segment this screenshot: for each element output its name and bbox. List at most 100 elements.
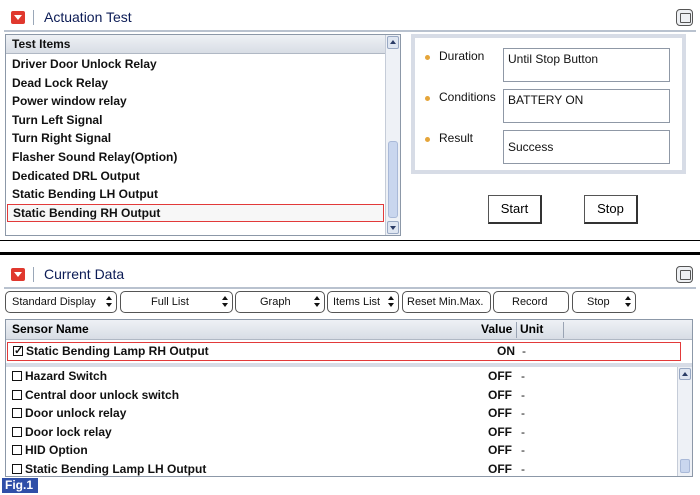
- conditions-field: BATTERY ON: [503, 89, 670, 123]
- test-items-scrollbar[interactable]: [385, 35, 400, 235]
- spinner-icon: [625, 296, 631, 308]
- sensor-row[interactable]: Static Bending Lamp LH Output OFF -: [6, 460, 678, 476]
- checkbox[interactable]: [12, 464, 22, 474]
- grid-header: Sensor Name Value Unit: [6, 320, 692, 340]
- column-header-test-items[interactable]: Test Items: [6, 35, 386, 54]
- result-field: Success: [503, 130, 670, 164]
- sensor-name: Hazard Switch: [25, 369, 108, 383]
- section-divider: [0, 240, 700, 241]
- sensor-row[interactable]: Hazard Switch OFF -: [6, 367, 678, 386]
- record-button[interactable]: Record: [493, 291, 569, 313]
- test-item[interactable]: Power window relay: [6, 92, 386, 111]
- scroll-up-icon[interactable]: [679, 368, 691, 380]
- sensor-value: OFF: [488, 443, 512, 458]
- collapse-toggle-icon[interactable]: [11, 11, 25, 24]
- items-list-label: Items List: [333, 296, 381, 308]
- grid-scrollbar[interactable]: [677, 367, 692, 476]
- standard-display-select[interactable]: Standard Display: [5, 291, 117, 313]
- start-button[interactable]: Start: [488, 195, 542, 224]
- test-item[interactable]: Turn Right Signal: [6, 129, 386, 148]
- column-header-sensor-name[interactable]: Sensor Name: [12, 320, 89, 339]
- test-item[interactable]: Turn Left Signal: [6, 111, 386, 130]
- spinner-icon: [222, 296, 228, 308]
- panel-title: Actuation Test: [44, 9, 132, 25]
- sensor-name: Static Bending Lamp RH Output: [26, 344, 209, 358]
- test-item[interactable]: Static Bending RH Output: [7, 203, 384, 223]
- full-list-select[interactable]: Full List: [120, 291, 233, 313]
- test-items-list: Test Items Driver Door Unlock Relay Dead …: [5, 34, 401, 236]
- sensor-value: OFF: [488, 406, 512, 421]
- checkbox[interactable]: [12, 389, 22, 400]
- section-divider: [0, 252, 700, 255]
- test-item[interactable]: Flasher Sound Relay(Option): [6, 148, 386, 167]
- sensor-value: OFF: [488, 369, 512, 383]
- spinner-icon: [106, 296, 112, 308]
- column-header-value[interactable]: Value: [481, 320, 512, 339]
- maximize-icon[interactable]: [676, 266, 693, 283]
- sensor-row[interactable]: HID Option OFF -: [6, 441, 678, 460]
- spinner-icon: [314, 296, 320, 308]
- column-header-unit[interactable]: Unit: [520, 320, 543, 339]
- reset-min-max-button[interactable]: Reset Min.Max.: [402, 291, 491, 313]
- checkbox[interactable]: [12, 426, 22, 437]
- sensor-value: OFF: [488, 462, 512, 476]
- sensor-unit: -: [521, 387, 525, 402]
- figure-label: Fig.1: [2, 478, 38, 493]
- sensor-unit: -: [521, 462, 525, 476]
- sensor-row[interactable]: Door unlock relay OFF -: [6, 404, 678, 423]
- full-list-label: Full List: [151, 296, 189, 308]
- duration-field: Until Stop Button: [503, 48, 670, 82]
- graph-label: Graph: [260, 296, 291, 308]
- test-info-panel: Duration Until Stop Button Conditions BA…: [411, 34, 686, 174]
- sensor-unit: -: [521, 369, 525, 383]
- graph-select[interactable]: Graph: [235, 291, 325, 313]
- test-item[interactable]: Driver Door Unlock Relay: [6, 55, 386, 74]
- sensor-unit: -: [521, 406, 525, 421]
- sensor-name: Static Bending Lamp LH Output: [25, 462, 207, 476]
- conditions-label: Conditions: [439, 90, 496, 104]
- sensor-unit: -: [521, 443, 525, 458]
- bullet-icon: [425, 137, 430, 142]
- checkbox[interactable]: [12, 408, 22, 419]
- stop-select[interactable]: Stop: [572, 291, 636, 313]
- test-item[interactable]: Static Bending LH Output: [6, 185, 386, 204]
- sensor-row[interactable]: Central door unlock switch OFF -: [6, 386, 678, 405]
- sensor-name: HID Option: [25, 443, 88, 458]
- header-separator: [33, 267, 34, 282]
- header-underline: [4, 30, 696, 32]
- result-label: Result: [439, 131, 474, 145]
- column-separator: [516, 322, 517, 338]
- scroll-thumb[interactable]: [680, 459, 690, 473]
- bullet-icon: [425, 55, 430, 60]
- checkbox[interactable]: [12, 371, 22, 381]
- collapse-toggle-icon[interactable]: [11, 268, 25, 281]
- checkbox[interactable]: [12, 445, 22, 456]
- panel-title: Current Data: [44, 266, 125, 282]
- duration-label: Duration: [439, 49, 485, 63]
- test-item[interactable]: Dedicated DRL Output: [6, 167, 386, 186]
- sensor-name: Door unlock relay: [25, 406, 127, 421]
- column-separator: [563, 322, 564, 338]
- maximize-icon[interactable]: [676, 9, 693, 26]
- sensor-value: OFF: [488, 387, 512, 402]
- pinned-sensor-row[interactable]: Static Bending Lamp RH Output ON -: [7, 342, 681, 361]
- checkbox-checked[interactable]: [13, 342, 23, 361]
- scroll-up-icon[interactable]: [387, 36, 399, 49]
- items-list-select[interactable]: Items List: [327, 291, 399, 313]
- test-item[interactable]: Dead Lock Relay: [6, 74, 386, 93]
- bullet-icon: [425, 96, 430, 101]
- stop-button[interactable]: Stop: [584, 195, 638, 224]
- sensor-value: ON: [497, 344, 515, 358]
- scroll-thumb[interactable]: [388, 141, 398, 218]
- header-separator: [33, 10, 34, 25]
- sensor-value: OFF: [488, 424, 512, 439]
- scroll-down-icon[interactable]: [387, 221, 399, 234]
- sensor-unit: -: [521, 424, 525, 439]
- current-data-header: Current Data: [0, 259, 700, 289]
- spinner-icon: [388, 296, 394, 308]
- sensor-name: Central door unlock switch: [25, 387, 180, 402]
- sensor-row[interactable]: Door lock relay OFF -: [6, 423, 678, 442]
- stop-label: Stop: [587, 296, 610, 308]
- standard-display-label: Standard Display: [12, 296, 96, 308]
- sensor-name: Door lock relay: [25, 424, 112, 439]
